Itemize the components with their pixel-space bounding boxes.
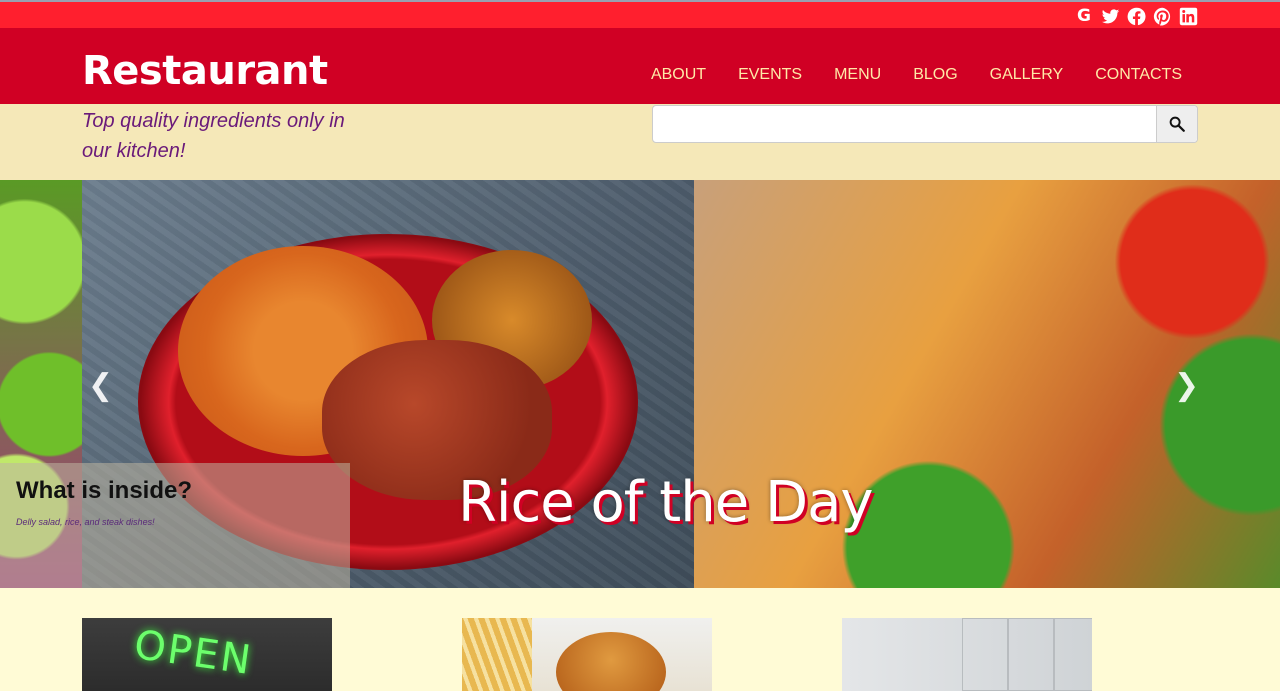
cabinet (1008, 618, 1054, 691)
chevron-right-icon[interactable]: ❯ (1174, 368, 1199, 403)
search-input[interactable] (653, 106, 1153, 142)
burger-thumbnail[interactable] (462, 618, 712, 691)
tagline-band: Top quality ingredients only in our kitc… (0, 104, 1280, 180)
fries (462, 618, 532, 691)
caption-title: What is inside? (16, 477, 193, 504)
linkedin-icon[interactable] (1178, 6, 1198, 26)
burger-bun (556, 632, 666, 691)
hero-slider: What is inside? Delly salad, rice, and s… (0, 180, 1280, 588)
nav-about[interactable]: ABOUT (651, 66, 706, 84)
search-icon (1169, 116, 1185, 132)
chevron-left-icon[interactable]: ❮ (88, 368, 113, 403)
search-box (652, 105, 1198, 143)
pinterest-icon[interactable] (1152, 6, 1172, 26)
caption-box: What is inside? Delly salad, rice, and s… (0, 463, 350, 588)
site-brand[interactable]: Restaurant (82, 48, 328, 94)
google-icon[interactable]: G (1074, 6, 1094, 26)
nav-blog[interactable]: BLOG (913, 66, 957, 84)
site-header: Restaurant ABOUT EVENTS MENU BLOG GALLER… (0, 28, 1280, 104)
social-links: G (1074, 6, 1198, 26)
slide-title: Rice of the Day (458, 470, 874, 535)
open-sign-thumbnail[interactable]: OPEN (82, 618, 332, 691)
facebook-icon[interactable] (1126, 6, 1146, 26)
nav-menu[interactable]: MENU (834, 66, 881, 84)
nav-events[interactable]: EVENTS (738, 66, 802, 84)
main-nav: ABOUT EVENTS MENU BLOG GALLERY CONTACTS (651, 66, 1182, 84)
top-bar: G (0, 0, 1280, 28)
nav-contacts[interactable]: CONTACTS (1095, 66, 1182, 84)
cabinet (1054, 618, 1092, 691)
search-button[interactable] (1156, 106, 1197, 142)
kitchen-thumbnail[interactable] (842, 618, 1092, 691)
twitter-icon[interactable] (1100, 6, 1120, 26)
cabinet (962, 618, 1008, 691)
caption-subtitle: Delly salad, rice, and steak dishes! (16, 517, 155, 527)
neon-open-sign: OPEN (131, 621, 256, 685)
nav-gallery[interactable]: GALLERY (990, 66, 1064, 84)
tagline: Top quality ingredients only in our kitc… (82, 110, 345, 162)
